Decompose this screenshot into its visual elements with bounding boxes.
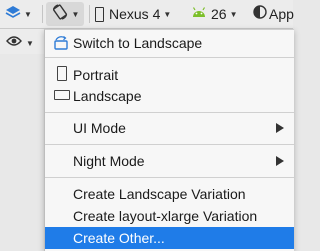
menu-divider [45,57,294,58]
chevron-down-icon: ▼ [229,9,238,19]
menu-item-label: Create Landscape Variation [73,186,246,202]
layers-icon [5,4,21,25]
menu-item-label: Landscape [73,88,142,104]
toolbar-divider [89,5,90,23]
orientation-dropdown-menu: Switch to Landscape Portrait Landscape U… [44,29,294,251]
landscape-icon [54,90,70,100]
toolbar-divider [42,5,43,23]
orientation-button[interactable]: ▼ [46,2,84,26]
chevron-down-icon: ▼ [26,38,34,48]
menu-item-label: Night Mode [73,153,145,169]
menu-item-label: Create Other... [73,230,165,246]
portrait-icon [57,66,67,81]
theme-name: App [269,6,294,22]
menu-item-label: Switch to Landscape [73,35,203,51]
chevron-down-icon: ▼ [163,9,172,19]
menu-item-label: Create layout-xlarge Variation [73,208,258,224]
menu-item-create-landscape-variation[interactable]: Create Landscape Variation [45,183,294,205]
menu-item-night-mode[interactable]: Night Mode [45,150,294,172]
eye-icon [6,34,22,52]
rotate-screen-icon [53,35,69,54]
chevron-down-icon: ▼ [71,9,80,19]
device-name: Nexus 4 [109,6,161,22]
rotate-icon [51,3,69,26]
menu-item-label: Portrait [73,67,119,83]
theme-icon [253,4,267,24]
menu-item-switch-orientation[interactable]: Switch to Landscape [45,32,294,54]
menu-divider [45,144,294,145]
device-selector[interactable]: Nexus 4 ▼ [95,0,171,28]
theme-selector[interactable]: App [253,0,294,28]
submenu-arrow-icon [276,123,284,133]
chevron-down-icon: ▼ [24,9,32,19]
api-level: 26 [211,6,227,22]
android-icon [192,5,206,23]
menu-divider [45,177,294,178]
menu-item-label: UI Mode [73,120,126,136]
api-level-selector[interactable]: 26 ▼ [192,0,238,28]
menu-item-ui-mode[interactable]: UI Mode [45,117,294,139]
menu-item-create-other[interactable]: Create Other... [45,227,294,249]
view-options-bar: ▼ [0,29,44,54]
phone-icon [95,6,104,22]
submenu-arrow-icon [276,156,284,166]
menu-item-portrait[interactable]: Portrait [45,64,294,86]
layout-editor-toolbar: ▼ ▼ Nexus 4 ▼ 26 ▼ App [0,0,294,29]
view-options-button[interactable]: ▼ [6,34,34,52]
menu-item-create-xlarge-variation[interactable]: Create layout-xlarge Variation [45,205,294,227]
design-surface-button[interactable]: ▼ [5,0,32,28]
menu-divider [45,112,294,113]
menu-item-landscape[interactable]: Landscape [45,85,294,107]
